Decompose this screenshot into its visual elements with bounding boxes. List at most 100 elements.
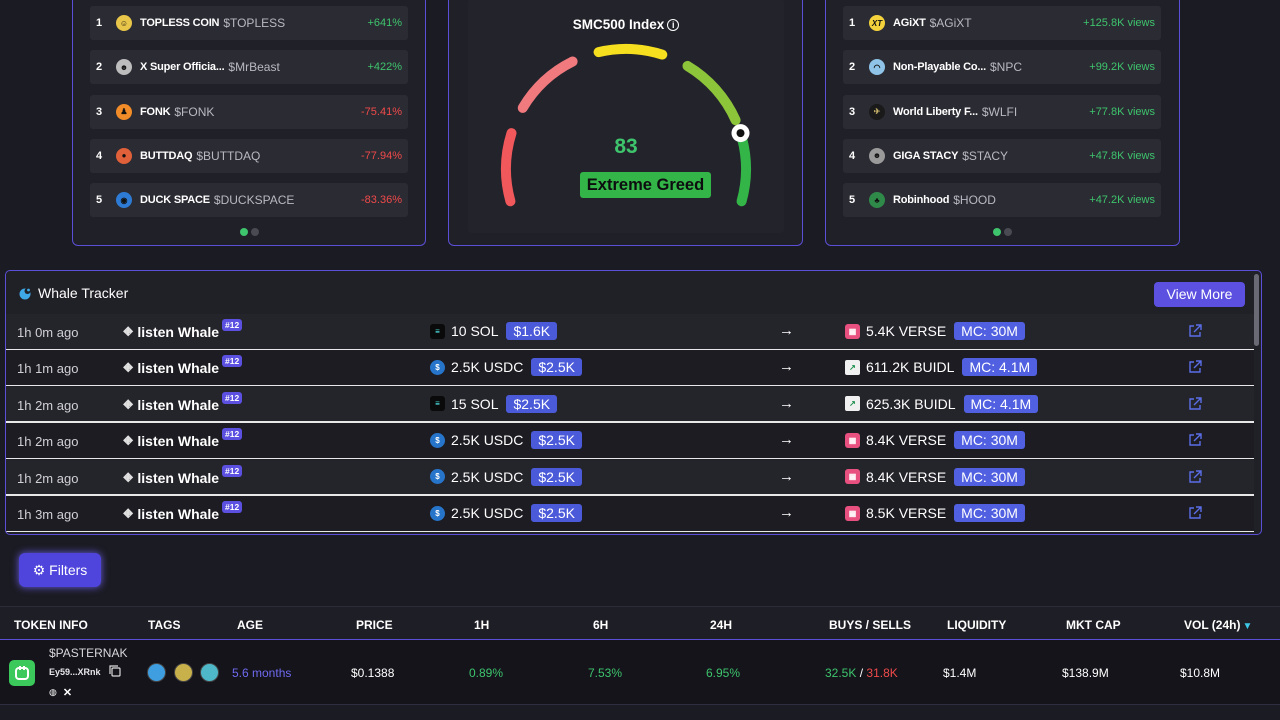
external-link-icon[interactable] (1187, 432, 1203, 448)
list-item[interactable]: 4 ☻ GIGA STACY $STACY +47.8K views (843, 138, 1161, 173)
arrow-right-icon: → (779, 394, 794, 412)
table-row[interactable]: $PASTERNAK Ey59...XRnk ◍ ✕ 5.6 months $0… (0, 640, 1280, 705)
copy-icon[interactable] (109, 665, 121, 677)
whale-name[interactable]: ⛖ listen Whale #12 (123, 355, 243, 376)
buidl-coin-icon: ↗ (845, 359, 860, 375)
token-symbol: $TOPLESS (223, 16, 286, 30)
col-vol-24h[interactable]: VOL (24h) ▼ (1184, 618, 1252, 632)
token-icon: ☻ (869, 147, 885, 164)
token-avatar (9, 660, 35, 686)
whale-tracker-panel: Whale Tracker View More 1h 0m ago ⛖ listen… (5, 270, 1262, 535)
trade-time: 1h 0m ago (17, 325, 79, 340)
row-divider (6, 530, 1254, 532)
list-item[interactable]: 1 ☺ TOPLESS COIN $TOPLESS +641% (90, 6, 408, 40)
whale-logo-icon (19, 287, 31, 299)
tag-icon[interactable] (174, 663, 193, 682)
token-change: +641% (367, 17, 402, 29)
whale-icon: ⛖ (123, 433, 134, 449)
carousel-dot[interactable] (1004, 228, 1012, 236)
to-amount: 611.2K BUIDL (866, 359, 955, 376)
list-item[interactable]: 4 ● BUTTDAQ $BUTTDAQ -77.94% (90, 138, 408, 173)
table-row[interactable]: 1h 3m ago ⛖ listen Whale #12 $2.5K USDC $2.5K… (6, 496, 1254, 532)
liquidity: $1.4M (943, 666, 977, 680)
table-row[interactable]: 1h 2m ago ⛖ listen Whale #12 $2.5K USDC $2.5K… (6, 459, 1254, 496)
col-tags[interactable]: TAGS (148, 618, 180, 632)
table-row[interactable]: 1h 2m ago ⛖ listen Whale #12 $2.5K USDC $2.5K… (6, 423, 1254, 460)
tag-icon[interactable] (147, 663, 166, 682)
token-symbol: $DUCKSPACE (213, 193, 295, 208)
to-amount: 625.3K BUIDL (866, 395, 956, 412)
list-item[interactable]: 5 ♣ Robinhood $HOOD +47.2K views (843, 183, 1161, 218)
tag-icon[interactable] (200, 663, 219, 682)
token-name[interactable]: $PASTERNAK (49, 646, 127, 660)
col-liquidity[interactable]: LIQUIDITY (947, 618, 1006, 632)
trade-to: ▦ 8.4K VERSE MC: 30M (845, 467, 1025, 486)
whale-name[interactable]: ⛖ listen Whale #12 (123, 391, 243, 413)
token-icon: XT (869, 15, 885, 31)
list-item[interactable]: 3 ✈ World Liberty F... $WLFI +77.8K view… (843, 94, 1161, 129)
verse-coin-icon: ▦ (845, 469, 860, 485)
col-token-info[interactable]: TOKEN INFO (14, 618, 88, 632)
whale-label: listen Whale (137, 433, 220, 450)
table-row[interactable]: 1h 2m ago ⛖ listen Whale #12 ≡ 15 SOL $2.5K → ↗ 6… (6, 386, 1254, 423)
social-links: ◍ ✕ (49, 686, 72, 699)
whale-name[interactable]: ⛖ listen Whale #12 (123, 428, 243, 450)
next-row-edge (0, 706, 1280, 720)
list-item[interactable]: 3 ♟ FONK $FONK -75.41% (90, 94, 408, 129)
col-1h[interactable]: 1H (474, 618, 489, 632)
table-row[interactable]: 1h 1m ago ⛖ listen Whale #12 $2.5K USDC $2.5K… (6, 350, 1254, 387)
whale-name[interactable]: ⛖ listen Whale #12 (123, 319, 243, 340)
whale-name[interactable]: ⛖ listen Whale #12 (123, 464, 243, 486)
carousel-dots (826, 228, 1179, 236)
external-link-icon[interactable] (1187, 396, 1203, 412)
view-more-button[interactable]: View More (1154, 282, 1245, 307)
carousel-dot[interactable] (239, 228, 248, 236)
col-24h[interactable]: 24H (710, 618, 732, 632)
token-views: +77.8K views (1089, 105, 1155, 118)
table-row[interactable]: 1h 0m ago ⛖ listen Whale #12 ≡ 10 SOL $1.6K → ▦ 5… (6, 314, 1254, 350)
list-item[interactable]: 5 ◉ DUCK SPACE $DUCKSPACE -83.36% (90, 183, 408, 218)
external-link-icon[interactable] (1187, 359, 1203, 375)
filters-button[interactable]: ⚙ Filters (19, 553, 101, 587)
scrollbar[interactable] (1254, 274, 1259, 346)
whale-label: listen Whale (137, 469, 220, 486)
token-logo-icon (15, 666, 29, 680)
trade-to: ▦ 8.5K VERSE MC: 30M (845, 504, 1025, 522)
trade-from: $2.5K USDC $2.5K (430, 431, 582, 450)
external-link-icon[interactable] (1187, 323, 1203, 339)
to-amount: 8.4K VERSE (866, 468, 947, 485)
globe-icon[interactable]: ◍ (49, 687, 57, 698)
token-name: BUTTDAQ (140, 149, 193, 162)
rank-number: 4 (849, 149, 856, 162)
col-buys-sells[interactable]: BUYS / SELLS (829, 618, 911, 632)
col-6h[interactable]: 6H (593, 618, 608, 632)
rank-number: 2 (96, 61, 103, 74)
gauge-arc-neutral (593, 44, 668, 60)
gauge-dial (501, 44, 751, 207)
rank-number: 3 (96, 105, 103, 118)
carousel-dot[interactable] (250, 228, 259, 236)
to-amount: 5.4K VERSE (866, 323, 947, 339)
list-item[interactable]: 2 ◠ Non-Playable Co... $NPC +99.2K views (843, 50, 1161, 85)
whale-rank-badge: #12 (222, 391, 243, 404)
token-views: +47.8K views (1089, 149, 1155, 162)
list-item[interactable]: 1 XT AGiXT $AGiXT +125.8K views (843, 6, 1161, 40)
trade-to: ↗ 611.2K BUIDL MC: 4.1M (845, 358, 1038, 377)
from-amount: 10 SOL (451, 323, 499, 339)
list-item[interactable]: 2 ☻ X Super Officia... $MrBeast +422% (90, 50, 408, 85)
external-link-icon[interactable] (1187, 469, 1203, 485)
arrow-right-icon: → (779, 467, 794, 485)
col-mkt-cap[interactable]: MKT CAP (1066, 618, 1121, 632)
col-price[interactable]: PRICE (356, 618, 393, 632)
rank-number: 5 (849, 194, 856, 207)
sol-coin-icon: ≡ (430, 396, 445, 412)
verse-coin-icon: ▦ (845, 432, 860, 448)
carousel-dot[interactable] (993, 228, 1001, 236)
whale-name[interactable]: ⛖ listen Whale #12 (123, 501, 243, 522)
whale-icon: ⛖ (123, 396, 134, 412)
external-link-icon[interactable] (1187, 505, 1203, 521)
market-cap-pill: MC: 4.1M (963, 394, 1039, 413)
col-age[interactable]: AGE (237, 618, 263, 632)
x-icon[interactable]: ✕ (63, 686, 72, 699)
token-change: +422% (367, 61, 402, 74)
